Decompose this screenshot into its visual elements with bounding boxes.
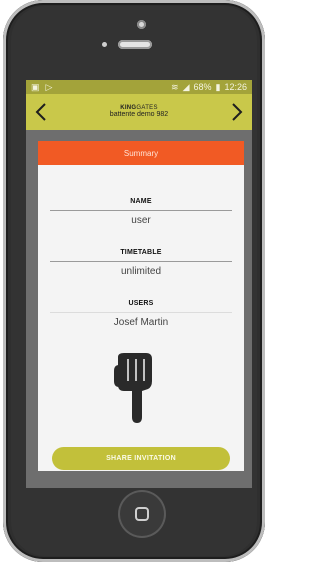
- home-button[interactable]: [118, 490, 166, 538]
- name-value: user: [131, 215, 151, 226]
- summary-card: Summary NAME user TIMETABLE unlimited US…: [38, 141, 244, 471]
- timetable-value: unlimited: [120, 266, 162, 277]
- image-icon: ▣: [31, 81, 40, 92]
- brand-logo: KINGGATES: [120, 104, 158, 111]
- users-field: USERS Josef Martin: [50, 300, 232, 328]
- summary-header: Summary: [38, 141, 244, 165]
- users-value: Josef Martin: [113, 317, 169, 328]
- pointing-hand-icon: [114, 353, 152, 423]
- divider: [50, 261, 232, 262]
- signal-icon: ◢: [182, 81, 190, 92]
- chevron-right-icon: [232, 103, 243, 121]
- device-name: battente demo 982: [109, 111, 169, 119]
- chevron-left-icon: [35, 103, 46, 121]
- back-button[interactable]: [30, 98, 52, 126]
- front-camera: [137, 20, 146, 29]
- name-label: NAME: [130, 198, 152, 205]
- status-bar: ▣ ▷ ≋ ◢ 68% ▮ 12:26: [26, 80, 252, 94]
- earpiece-speaker: [118, 40, 152, 49]
- name-field: NAME user: [50, 198, 232, 226]
- clock-time: 12:26: [224, 82, 247, 92]
- play-icon: ▷: [45, 81, 53, 92]
- battery-percent: 68%: [193, 82, 212, 92]
- timetable-label: TIMETABLE: [120, 249, 162, 256]
- home-square-icon: [135, 507, 149, 521]
- app-header: KINGGATES battente demo 982: [26, 94, 252, 130]
- proximity-sensor: [102, 42, 107, 47]
- forward-button[interactable]: [226, 98, 248, 126]
- divider: [50, 210, 232, 211]
- users-label: USERS: [128, 300, 154, 307]
- app-title: KINGGATES battente demo 982: [110, 105, 168, 120]
- wifi-icon: ≋: [171, 81, 179, 92]
- divider: [50, 312, 232, 313]
- share-invitation-button[interactable]: SHARE INVITATION: [52, 447, 230, 470]
- timetable-field: TIMETABLE unlimited: [50, 249, 232, 277]
- battery-icon: ▮: [215, 81, 221, 92]
